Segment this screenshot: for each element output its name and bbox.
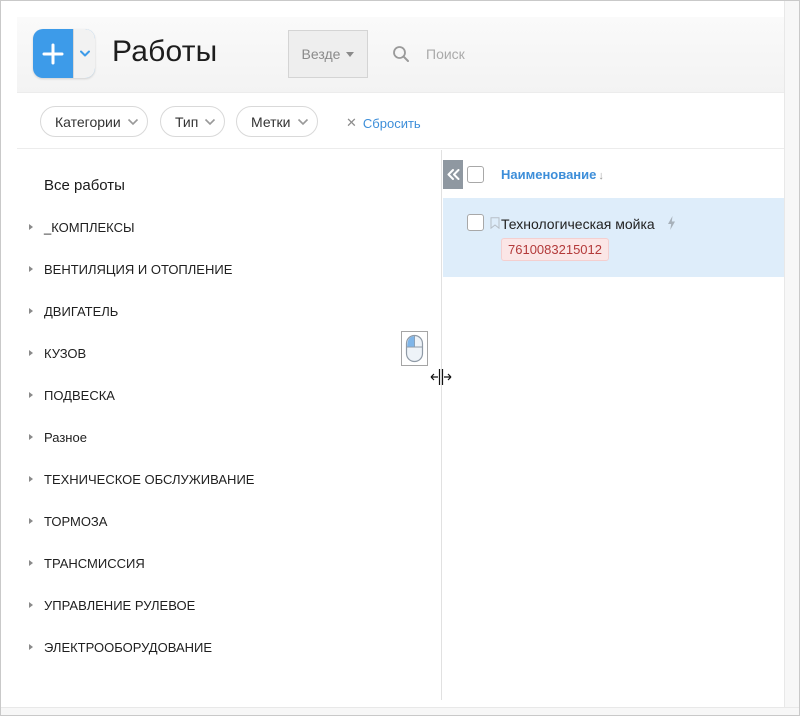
tree-item-steering[interactable]: УПРАВЛЕНИЕ РУЛЕВОЕ bbox=[29, 595, 195, 615]
expand-arrow-icon[interactable] bbox=[29, 350, 33, 356]
column-header-name[interactable]: Наименование ↓ bbox=[501, 167, 604, 182]
caret-down-icon bbox=[346, 51, 355, 57]
tree-item-brakes[interactable]: ТОРМОЗА bbox=[29, 511, 107, 531]
tree-item-label: ПОДВЕСКА bbox=[44, 387, 115, 403]
barcode-tag: 7610083215012 bbox=[501, 238, 609, 261]
expand-arrow-icon[interactable] bbox=[29, 602, 33, 608]
add-main-button[interactable] bbox=[33, 29, 73, 78]
page-header: Работы Везде bbox=[17, 17, 784, 93]
search-icon[interactable] bbox=[387, 40, 415, 68]
window-edge-bottom bbox=[1, 707, 799, 715]
lightning-icon bbox=[668, 216, 675, 230]
chevron-down-icon bbox=[297, 118, 308, 125]
expand-arrow-icon[interactable] bbox=[29, 392, 33, 398]
scope-select-value: Везде bbox=[301, 46, 341, 62]
tree-item-label: Разное bbox=[44, 429, 87, 445]
filter-categories[interactable]: Категории bbox=[40, 106, 148, 137]
window-edge-right bbox=[784, 1, 799, 714]
tree-item-maintenance[interactable]: ТЕХНИЧЕСКОЕ ОБСЛУЖИВАНИЕ bbox=[29, 469, 254, 489]
search-box bbox=[384, 30, 784, 78]
tree-item-label: ТЕХНИЧЕСКОЕ ОБСЛУЖИВАНИЕ bbox=[44, 471, 255, 487]
tree-item-label: _КОМПЛЕКСЫ bbox=[44, 219, 135, 235]
works-list: Наименование ↓ Технологическая мойка 7610… bbox=[443, 150, 784, 700]
chevron-down-icon bbox=[127, 118, 138, 125]
expand-arrow-icon[interactable] bbox=[29, 224, 33, 230]
expand-arrow-icon[interactable] bbox=[29, 434, 33, 440]
filter-bar: Категории Тип Метки ✕ Сбросить bbox=[17, 94, 784, 149]
add-menu-button[interactable] bbox=[73, 29, 95, 78]
column-header-name-label: Наименование bbox=[501, 167, 597, 182]
tree-item-label: ЭЛЕКТРООБОРУДОВАНИЕ bbox=[44, 639, 213, 655]
expand-arrow-icon[interactable] bbox=[29, 518, 33, 524]
tree-item-label: КУЗОВ bbox=[44, 345, 87, 361]
tree-item-engine[interactable]: ДВИГАТЕЛЬ bbox=[29, 301, 118, 321]
bookmark-icon[interactable] bbox=[490, 217, 500, 229]
tree-item-label: ТРАНСМИССИЯ bbox=[44, 555, 145, 571]
expand-arrow-icon[interactable] bbox=[29, 476, 33, 482]
chevron-down-icon bbox=[205, 118, 216, 125]
expand-arrow-icon[interactable] bbox=[29, 560, 33, 566]
expand-arrow-icon[interactable] bbox=[29, 308, 33, 314]
list-header: Наименование ↓ bbox=[443, 150, 784, 198]
table-row[interactable]: Технологическая мойка 7610083215012 bbox=[443, 198, 784, 277]
category-tree: Все работы _КОМПЛЕКСЫ ВЕНТИЛЯЦИЯ И ОТОПЛ… bbox=[17, 150, 442, 700]
tree-item-suspension[interactable]: ПОДВЕСКА bbox=[29, 385, 115, 405]
page-title: Работы bbox=[112, 35, 218, 68]
tree-root-all-works[interactable]: Все работы bbox=[44, 177, 125, 194]
filter-tags-label: Метки bbox=[251, 113, 291, 130]
reset-filters-label: Сбросить bbox=[362, 115, 421, 131]
reset-filters-button[interactable]: ✕ Сбросить bbox=[346, 115, 421, 131]
add-button[interactable] bbox=[33, 29, 95, 78]
tree-item-misc[interactable]: Разное bbox=[29, 427, 87, 447]
tree-item-transmission[interactable]: ТРАНСМИССИЯ bbox=[29, 553, 145, 573]
tree-item-complexes[interactable]: _КОМПЛЕКСЫ bbox=[29, 217, 134, 237]
select-all-checkbox[interactable] bbox=[467, 166, 484, 183]
tree-item-label: ТОРМОЗА bbox=[44, 513, 108, 529]
tree-item-ventilation[interactable]: ВЕНТИЛЯЦИЯ И ОТОПЛЕНИЕ bbox=[29, 259, 232, 279]
chevron-down-icon bbox=[79, 50, 90, 57]
scope-select[interactable]: Везде bbox=[288, 30, 368, 78]
close-icon: ✕ bbox=[346, 115, 357, 130]
row-title: Технологическая мойка bbox=[501, 216, 655, 232]
mouse-icon bbox=[401, 331, 428, 366]
sort-arrow-icon: ↓ bbox=[598, 170, 604, 182]
tree-item-body[interactable]: КУЗОВ bbox=[29, 343, 86, 363]
filter-type-label: Тип bbox=[175, 113, 199, 130]
search-input[interactable] bbox=[426, 46, 746, 62]
filter-tags[interactable]: Метки bbox=[236, 106, 318, 137]
expand-arrow-icon[interactable] bbox=[29, 266, 33, 272]
row-checkbox[interactable] bbox=[467, 214, 484, 231]
expand-arrow-icon[interactable] bbox=[29, 644, 33, 650]
plus-icon bbox=[42, 43, 64, 64]
filter-categories-label: Категории bbox=[55, 113, 121, 130]
tree-item-electrical[interactable]: ЭЛЕКТРООБОРУДОВАНИЕ bbox=[29, 637, 212, 657]
tree-item-label: ДВИГАТЕЛЬ bbox=[44, 303, 119, 319]
works-app: Работы Везде Категории Тип Метки bbox=[17, 17, 784, 700]
tree-item-label: УПРАВЛЕНИЕ РУЛЕВОЕ bbox=[44, 597, 196, 613]
tree-item-label: ВЕНТИЛЯЦИЯ И ОТОПЛЕНИЕ bbox=[44, 261, 233, 277]
filter-type[interactable]: Тип bbox=[160, 106, 226, 137]
